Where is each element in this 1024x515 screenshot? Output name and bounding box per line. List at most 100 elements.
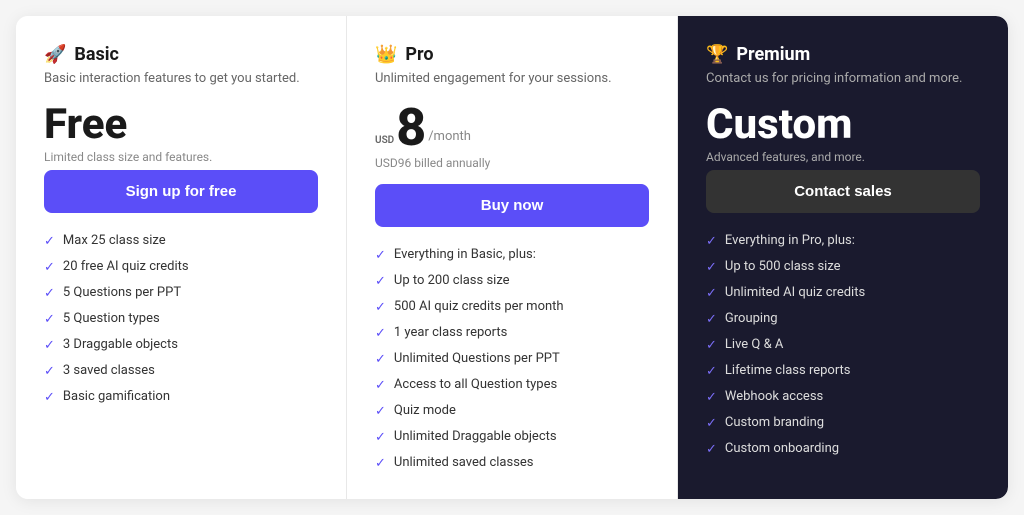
feature-text: 5 Questions per PPT (63, 285, 181, 300)
feature-text: Max 25 class size (63, 233, 166, 248)
plan-header-basic: 🚀 Basic Basic interaction features to ge… (44, 44, 318, 86)
price-currency-label: USD (375, 136, 394, 146)
price-period: /month (428, 129, 471, 154)
check-icon: ✓ (375, 352, 386, 367)
check-icon: ✓ (44, 338, 55, 353)
check-icon: ✓ (375, 300, 386, 315)
feature-text: Up to 200 class size (394, 273, 510, 288)
list-item: ✓ Unlimited saved classes (375, 455, 649, 471)
plan-header-premium: 🏆 Premium Contact us for pricing informa… (706, 44, 980, 86)
list-item: ✓ 3 saved classes (44, 363, 318, 379)
check-icon: ✓ (375, 248, 386, 263)
plan-description-basic: Basic interaction features to get you st… (44, 71, 318, 86)
check-icon: ✓ (706, 234, 717, 249)
price-free: Free (44, 102, 318, 148)
signup-free-button[interactable]: Sign up for free (44, 170, 318, 213)
list-item: ✓ Everything in Pro, plus: (706, 233, 980, 249)
list-item: ✓ Unlimited Questions per PPT (375, 351, 649, 367)
feature-list-premium: ✓ Everything in Pro, plus: ✓ Up to 500 c… (706, 233, 980, 457)
price-block-pro: USD 8 /month USD96 billed annually (375, 102, 649, 170)
check-icon: ✓ (375, 326, 386, 341)
price-amount: 8 (396, 102, 426, 154)
list-item: ✓ 5 Questions per PPT (44, 285, 318, 301)
plan-title-row-pro: 👑 Pro (375, 44, 649, 65)
list-item: ✓ Custom onboarding (706, 441, 980, 457)
check-icon: ✓ (706, 260, 717, 275)
feature-text: 3 saved classes (63, 363, 155, 378)
list-item: ✓ Webhook access (706, 389, 980, 405)
feature-text: 20 free AI quiz credits (63, 259, 189, 274)
list-item: ✓ Up to 200 class size (375, 273, 649, 289)
buy-now-button[interactable]: Buy now (375, 184, 649, 227)
list-item: ✓ Unlimited AI quiz credits (706, 285, 980, 301)
feature-list-basic: ✓ Max 25 class size ✓ 20 free AI quiz cr… (44, 233, 318, 405)
list-item: ✓ Access to all Question types (375, 377, 649, 393)
list-item: ✓ Lifetime class reports (706, 363, 980, 379)
plan-card-pro: 👑 Pro Unlimited engagement for your sess… (347, 16, 678, 499)
check-icon: ✓ (375, 404, 386, 419)
list-item: ✓ Quiz mode (375, 403, 649, 419)
check-icon: ✓ (706, 364, 717, 379)
plan-header-pro: 👑 Pro Unlimited engagement for your sess… (375, 44, 649, 86)
price-custom: Custom (706, 102, 980, 148)
check-icon: ✓ (44, 364, 55, 379)
check-icon: ✓ (706, 312, 717, 327)
feature-text: Lifetime class reports (725, 363, 851, 378)
list-item: ✓ 5 Question types (44, 311, 318, 327)
plan-title-row-premium: 🏆 Premium (706, 44, 980, 65)
list-item: ✓ 3 Draggable objects (44, 337, 318, 353)
feature-text: Webhook access (725, 389, 823, 404)
check-icon: ✓ (44, 234, 55, 249)
check-icon: ✓ (375, 378, 386, 393)
price-currency-block: USD (375, 136, 394, 154)
feature-text: Access to all Question types (394, 377, 557, 392)
contact-sales-button[interactable]: Contact sales (706, 170, 980, 213)
feature-text: Unlimited saved classes (394, 455, 534, 470)
check-icon: ✓ (706, 338, 717, 353)
feature-text: Unlimited AI quiz credits (725, 285, 865, 300)
feature-list-pro: ✓ Everything in Basic, plus: ✓ Up to 200… (375, 247, 649, 471)
list-item: ✓ Unlimited Draggable objects (375, 429, 649, 445)
list-item: ✓ Custom branding (706, 415, 980, 431)
feature-text: Unlimited Draggable objects (394, 429, 557, 444)
price-billed: USD96 billed annually (375, 156, 649, 170)
price-custom-subtitle: Advanced features, and more. (706, 150, 980, 164)
list-item: ✓ 20 free AI quiz credits (44, 259, 318, 275)
feature-text: Grouping (725, 311, 778, 326)
list-item: ✓ Up to 500 class size (706, 259, 980, 275)
plan-emoji-premium: 🏆 (706, 44, 728, 65)
plan-title-row-basic: 🚀 Basic (44, 44, 318, 65)
check-icon: ✓ (44, 286, 55, 301)
check-icon: ✓ (375, 456, 386, 471)
check-icon: ✓ (706, 442, 717, 457)
list-item: ✓ Basic gamification (44, 389, 318, 405)
price-block-basic: Free Limited class size and features. (44, 102, 318, 164)
plan-emoji-basic: 🚀 (44, 44, 66, 65)
plan-card-premium: 🏆 Premium Contact us for pricing informa… (678, 16, 1008, 499)
plan-name-basic: Basic (74, 44, 119, 65)
price-block-premium: Custom Advanced features, and more. (706, 102, 980, 164)
feature-text: Unlimited Questions per PPT (394, 351, 560, 366)
check-icon: ✓ (44, 390, 55, 405)
check-icon: ✓ (375, 274, 386, 289)
plan-card-basic: 🚀 Basic Basic interaction features to ge… (16, 16, 347, 499)
feature-text: Custom onboarding (725, 441, 839, 456)
feature-text: Up to 500 class size (725, 259, 841, 274)
check-icon: ✓ (706, 286, 717, 301)
list-item: ✓ Everything in Basic, plus: (375, 247, 649, 263)
plan-name-pro: Pro (405, 44, 433, 65)
price-subtitle-basic: Limited class size and features. (44, 150, 318, 164)
list-item: ✓ Live Q & A (706, 337, 980, 353)
check-icon: ✓ (375, 430, 386, 445)
feature-text: 3 Draggable objects (63, 337, 178, 352)
feature-text: Live Q & A (725, 337, 783, 352)
plan-description-pro: Unlimited engagement for your sessions. (375, 71, 649, 86)
feature-text: Everything in Pro, plus: (725, 233, 855, 248)
list-item: ✓ 1 year class reports (375, 325, 649, 341)
feature-text: Everything in Basic, plus: (394, 247, 536, 262)
list-item: ✓ 500 AI quiz credits per month (375, 299, 649, 315)
list-item: ✓ Max 25 class size (44, 233, 318, 249)
feature-text: Quiz mode (394, 403, 456, 418)
price-number-row-pro: USD 8 /month (375, 102, 649, 154)
plan-description-premium: Contact us for pricing information and m… (706, 71, 980, 86)
